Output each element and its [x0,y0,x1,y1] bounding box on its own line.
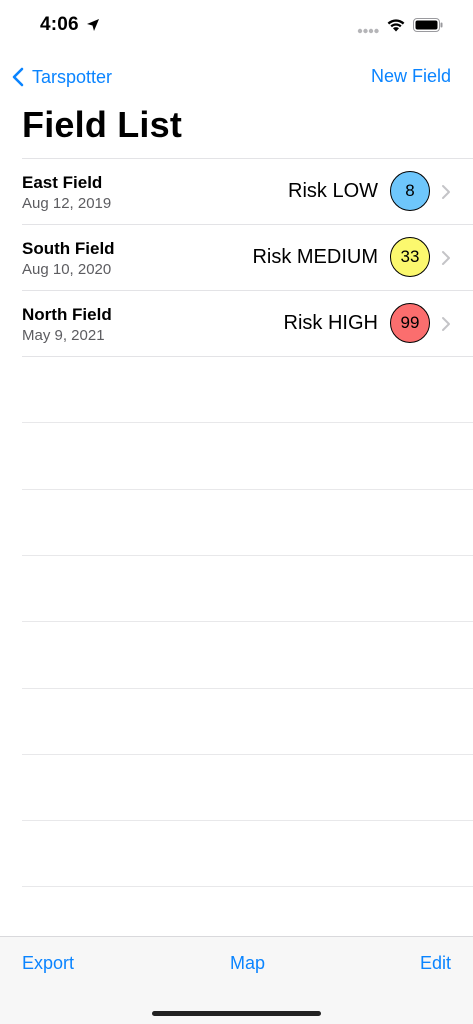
empty-row-separator [22,422,473,423]
field-name: South Field [22,239,115,258]
field-row[interactable]: South Field Aug 10, 2020 Risk MEDIUM 33 [22,225,473,291]
field-row[interactable]: North Field May 9, 2021 Risk HIGH 99 [22,291,473,357]
battery-icon [413,18,443,32]
back-button[interactable]: Tarspotter [12,63,112,91]
empty-row-separator [22,820,473,821]
risk-score-badge: 33 [390,237,430,277]
chevron-right-icon [442,317,450,331]
chevron-right-icon [442,185,450,199]
empty-row-separator [22,754,473,755]
field-date: Aug 12, 2019 [22,195,112,212]
map-button[interactable]: Map [230,953,265,974]
status-bar: 4:06 [0,0,473,54]
field-name: North Field [22,305,112,324]
home-indicator[interactable] [152,1011,321,1016]
export-button[interactable]: Export [22,953,74,974]
field-row[interactable]: East Field Aug 12, 2019 Risk LOW 8 [22,159,473,225]
risk-score-badge: 99 [390,303,430,343]
field-risk-label: Risk LOW [288,180,378,202]
bottom-toolbar: Export Map Edit [0,936,473,1024]
field-risk-label: Risk HIGH [283,312,378,334]
back-button-label: Tarspotter [32,66,113,87]
chevron-right-icon [442,251,450,265]
list-divider [22,356,473,357]
empty-row-separator [22,621,473,622]
risk-score-badge: 8 [390,171,430,211]
field-risk-label: Risk MEDIUM [252,246,378,268]
screen: 4:06 Tarspotter New Field Field List Eas… [0,0,473,1024]
field-name: East Field [22,173,103,192]
status-time: 4:06 [40,14,79,35]
edit-button[interactable]: Edit [420,953,451,974]
page-title: Field List [22,104,183,145]
cellular-dots-icon [357,28,379,34]
chevron-left-icon [12,67,24,87]
empty-row-separator [22,688,473,689]
wifi-icon [387,19,405,32]
new-field-button[interactable]: New Field [371,66,451,87]
empty-row-separator [22,555,473,556]
empty-row-separator [22,489,473,490]
empty-row-separator [22,886,473,887]
field-date: Aug 10, 2020 [22,261,112,278]
location-arrow-icon [87,19,99,31]
field-date: May 9, 2021 [22,327,105,344]
